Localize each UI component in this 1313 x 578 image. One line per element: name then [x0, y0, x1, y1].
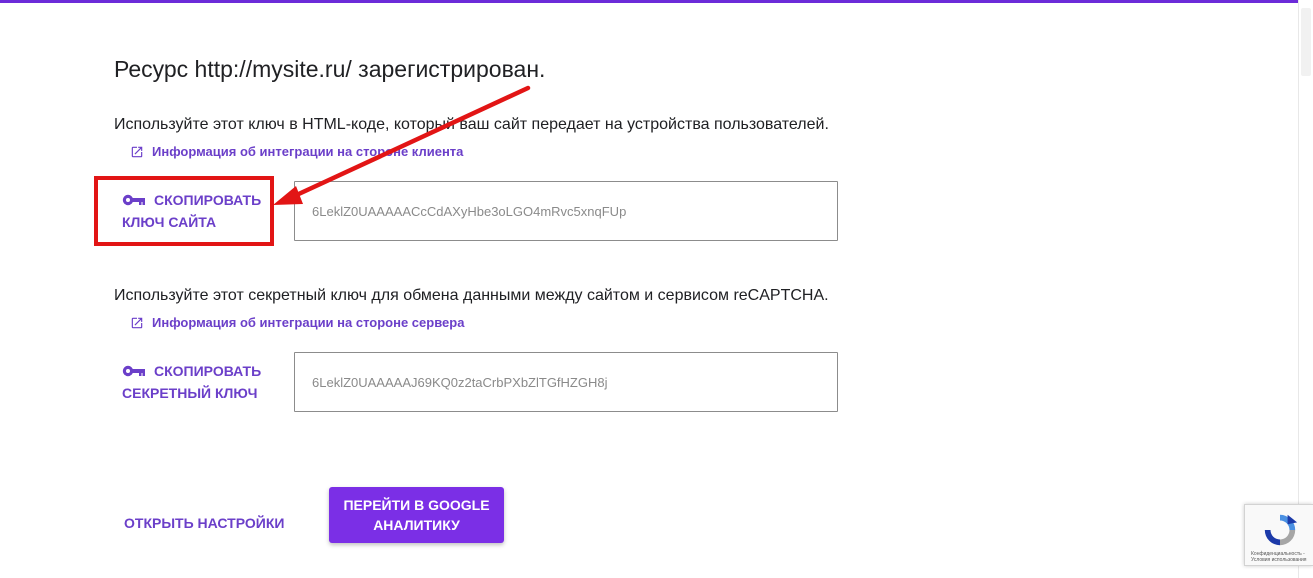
recaptcha-badge[interactable]: Конфиденциальность - Условия использован… — [1244, 504, 1313, 566]
open-in-new-icon — [131, 317, 143, 328]
recaptcha-terms-text[interactable]: Условия использования — [1251, 557, 1313, 563]
ga-button-label-line1: ПЕРЕЙТИ В GOOGLE — [343, 497, 490, 513]
copy-secret-key-button[interactable]: СКОПИРОВАТЬ СЕКРЕТНЫЙ КЛЮЧ — [122, 360, 261, 404]
server-integration-link-label: Информация об интеграции на стороне серв… — [152, 315, 465, 330]
page-title: Ресурс http://mysite.ru/ зарегистрирован… — [114, 56, 546, 82]
secret-key-value: 6LeklZ0UAAAAAJ69KQ0z2taCrbPXbZlTGfHZGH8j — [312, 374, 608, 390]
client-integration-link-label: Информация об интеграции на стороне клие… — [152, 144, 464, 159]
server-integration-link[interactable]: Информация об интеграции на стороне серв… — [130, 315, 464, 330]
site-key-value: 6LeklZ0UAAAAACcCdAXyHbe3oLGO4mRvc5xnqFUp — [312, 203, 627, 219]
copy-secret-key-label-line1: СКОПИРОВАТЬ — [154, 363, 262, 379]
scrollbar-track[interactable] — [1298, 0, 1313, 578]
top-accent-bar — [0, 0, 1313, 3]
client-integration-link[interactable]: Информация об интеграции на стороне клие… — [130, 144, 463, 159]
open-settings-button[interactable]: ОТКРЫТЬ НАСТРОЙКИ — [124, 515, 284, 531]
secret-key-field[interactable]: 6LeklZ0UAAAAAJ69KQ0z2taCrbPXbZlTGfHZGH8j — [294, 352, 838, 412]
open-in-new-icon — [131, 146, 143, 157]
ga-button-label-line2: АНАЛИТИКУ — [373, 517, 460, 533]
copy-secret-key-label-line2: СЕКРЕТНЫЙ КЛЮЧ — [122, 385, 258, 401]
secret-key-description: Используйте этот секретный ключ для обме… — [114, 287, 829, 304]
site-key-field[interactable]: 6LeklZ0UAAAAACcCdAXyHbe3oLGO4mRvc5xnqFUp — [294, 181, 838, 241]
key-icon — [122, 365, 145, 377]
go-to-google-analytics-button[interactable]: ПЕРЕЙТИ В GOOGLE АНАЛИТИКУ — [329, 487, 504, 543]
recaptcha-logo-icon — [1264, 514, 1298, 546]
site-key-description: Используйте этот ключ в HTML-коде, котор… — [114, 116, 829, 133]
annotation-highlight-box — [94, 176, 274, 246]
scrollbar-thumb[interactable] — [1301, 8, 1311, 76]
